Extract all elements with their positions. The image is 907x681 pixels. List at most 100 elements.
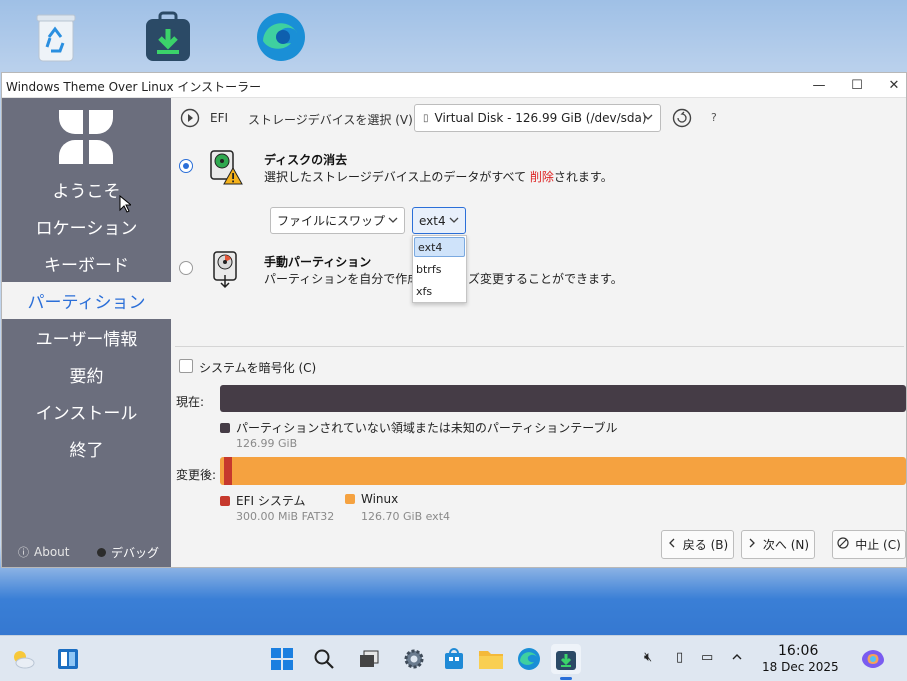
- storage-device-select[interactable]: ▯ Virtual Disk - 126.99 GiB (/dev/sda): [414, 104, 661, 132]
- maximize-button[interactable]: ☐: [838, 73, 876, 98]
- minimize-button[interactable]: —: [800, 73, 838, 98]
- efi-swatch: [220, 495, 230, 506]
- swap-select[interactable]: ファイルにスワップ: [270, 207, 405, 234]
- file-explorer-icon[interactable]: [476, 644, 506, 674]
- edge-icon[interactable]: [252, 8, 310, 66]
- filesystem-option-ext4[interactable]: ext4: [414, 237, 465, 257]
- filesystem-value: ext4: [419, 213, 446, 228]
- erase-desc-danger: 削除: [529, 170, 554, 184]
- filesystem-option-xfs[interactable]: xfs: [413, 280, 466, 302]
- chevron-up-icon[interactable]: [731, 650, 743, 665]
- efi-partition-segment: [224, 457, 232, 485]
- efi-legend-detail: 300.00 MiB FAT32: [236, 510, 335, 523]
- about-button[interactable]: ⓘ About: [18, 544, 69, 560]
- sidebar-item-install[interactable]: インストール: [2, 393, 171, 430]
- volume-muted-icon[interactable]: 🔇︎: [644, 650, 652, 665]
- current-partition-bar: [220, 385, 906, 412]
- erase-disk-desc: 選択したストレージデバイス上のデータがすべて 削除されます。: [264, 168, 613, 185]
- next-label: 次へ (N): [762, 538, 810, 552]
- debug-button[interactable]: デバッグ: [97, 544, 159, 561]
- cancel-label: 中止 (C): [855, 538, 901, 552]
- current-label: 現在:: [176, 395, 205, 409]
- sidebar-item-keyboard[interactable]: キーボード: [2, 245, 171, 282]
- winux-legend: Winux: [345, 492, 398, 506]
- encrypt-checkbox[interactable]: [179, 359, 193, 373]
- filesystem-select[interactable]: ext4: [412, 207, 466, 234]
- debug-label: デバッグ: [111, 546, 160, 560]
- taskbar: 🔇︎ ▯ ▭ 16:06 18 Dec 2025: [0, 635, 907, 681]
- manual-partition-radio[interactable]: [179, 261, 193, 275]
- about-label: About: [34, 545, 70, 559]
- installer-taskbar-icon[interactable]: [551, 644, 581, 680]
- winux-legend-label: Winux: [361, 492, 399, 506]
- erase-disk-title: ディスクの消去: [264, 153, 348, 167]
- clock-date[interactable]: 18 Dec 2025: [762, 660, 839, 674]
- sidebar-item-summary[interactable]: 要約: [2, 356, 171, 393]
- section-divider: [175, 346, 904, 347]
- disk-small-icon: ▯: [423, 112, 429, 124]
- weather-icon[interactable]: [8, 644, 38, 674]
- close-button[interactable]: ✕: [875, 73, 907, 98]
- debug-dot-icon: [97, 548, 106, 557]
- current-swatch: [220, 422, 230, 433]
- sidebar-item-user-info[interactable]: ユーザー情報: [2, 319, 171, 356]
- battery-icon[interactable]: ▯: [676, 650, 683, 665]
- after-label: 変更後:: [176, 468, 217, 482]
- sidebar: ようこそ ロケーション キーボード パーティション ユーザー情報 要約 インスト…: [2, 98, 171, 567]
- efi-icon: [180, 108, 200, 131]
- refresh-button[interactable]: [672, 108, 692, 131]
- filesystem-dropdown-list: ext4 btrfs xfs: [412, 235, 467, 303]
- start-icon[interactable]: [267, 644, 297, 674]
- winux-legend-detail: 126.70 GiB ext4: [361, 510, 451, 523]
- erase-disk-radio[interactable]: [179, 159, 193, 173]
- copilot-icon[interactable]: [858, 644, 888, 674]
- sidebar-item-finish[interactable]: 終了: [2, 430, 171, 467]
- search-icon[interactable]: [309, 644, 339, 674]
- encrypt-label: システムを暗号化 (C): [199, 361, 317, 375]
- current-size: 126.99 GiB: [236, 437, 298, 450]
- chevron-down-icon: [642, 111, 654, 126]
- manual-partition-desc-2: ズ変更することができます。: [468, 272, 623, 286]
- installer-icon[interactable]: [139, 8, 197, 66]
- efi-legend: EFI システム: [220, 492, 305, 509]
- winux-swatch: [345, 494, 355, 504]
- manual-partition-desc-1: パーティションを自分で作成: [264, 272, 420, 286]
- chevron-right-icon: [747, 537, 757, 552]
- sidebar-item-partition[interactable]: パーティション: [2, 282, 171, 319]
- winux-logo: [57, 108, 115, 166]
- device-select-label: ストレージデバイスを選択 (V):: [248, 113, 417, 127]
- window-title: Windows Theme Over Linux インストーラー: [6, 80, 262, 94]
- disk-warning-icon: [208, 148, 244, 189]
- current-legend: パーティションされていない領域または未知のパーティションテーブル: [220, 419, 617, 436]
- filesystem-option-btrfs[interactable]: btrfs: [413, 258, 466, 280]
- installer-window: Windows Theme Over Linux インストーラー — ☐ ✕ よ…: [1, 72, 907, 568]
- help-button[interactable]: ?: [711, 111, 717, 124]
- info-icon: ⓘ: [18, 546, 29, 559]
- back-label: 戻る (B): [682, 538, 729, 552]
- erase-desc-before: 選択したストレージデバイス上のデータがすべて: [264, 170, 530, 184]
- task-view-icon[interactable]: [354, 644, 384, 674]
- storage-device-value: Virtual Disk - 126.99 GiB (/dev/sda): [434, 111, 647, 125]
- network-icon[interactable]: ▭: [701, 650, 713, 665]
- sidebar-item-location[interactable]: ロケーション: [2, 208, 171, 245]
- next-button[interactable]: 次へ (N): [741, 530, 815, 559]
- manual-disk-icon: [211, 249, 239, 292]
- back-button[interactable]: 戻る (B): [661, 530, 734, 559]
- erase-desc-after: されます。: [553, 170, 613, 184]
- store-icon[interactable]: [439, 644, 469, 674]
- manual-partition-title: 手動パーティション: [264, 255, 372, 269]
- sidebar-item-welcome[interactable]: ようこそ: [2, 171, 171, 208]
- recycle-bin-icon[interactable]: [27, 8, 85, 66]
- clock-time[interactable]: 16:06: [778, 643, 818, 659]
- mouse-cursor: [119, 194, 133, 216]
- title-bar: Windows Theme Over Linux インストーラー — ☐ ✕: [2, 73, 906, 98]
- swap-value: ファイルにスワップ: [277, 214, 386, 228]
- widgets-icon[interactable]: [53, 644, 83, 674]
- cancel-button[interactable]: 中止 (C): [832, 530, 906, 559]
- chevron-left-icon: [667, 537, 677, 552]
- chevron-down-icon: [387, 214, 399, 229]
- settings-icon[interactable]: [399, 644, 429, 674]
- edge-taskbar-icon[interactable]: [514, 644, 544, 674]
- chevron-down-icon: [448, 214, 460, 229]
- efi-legend-label: EFI システム: [236, 494, 306, 508]
